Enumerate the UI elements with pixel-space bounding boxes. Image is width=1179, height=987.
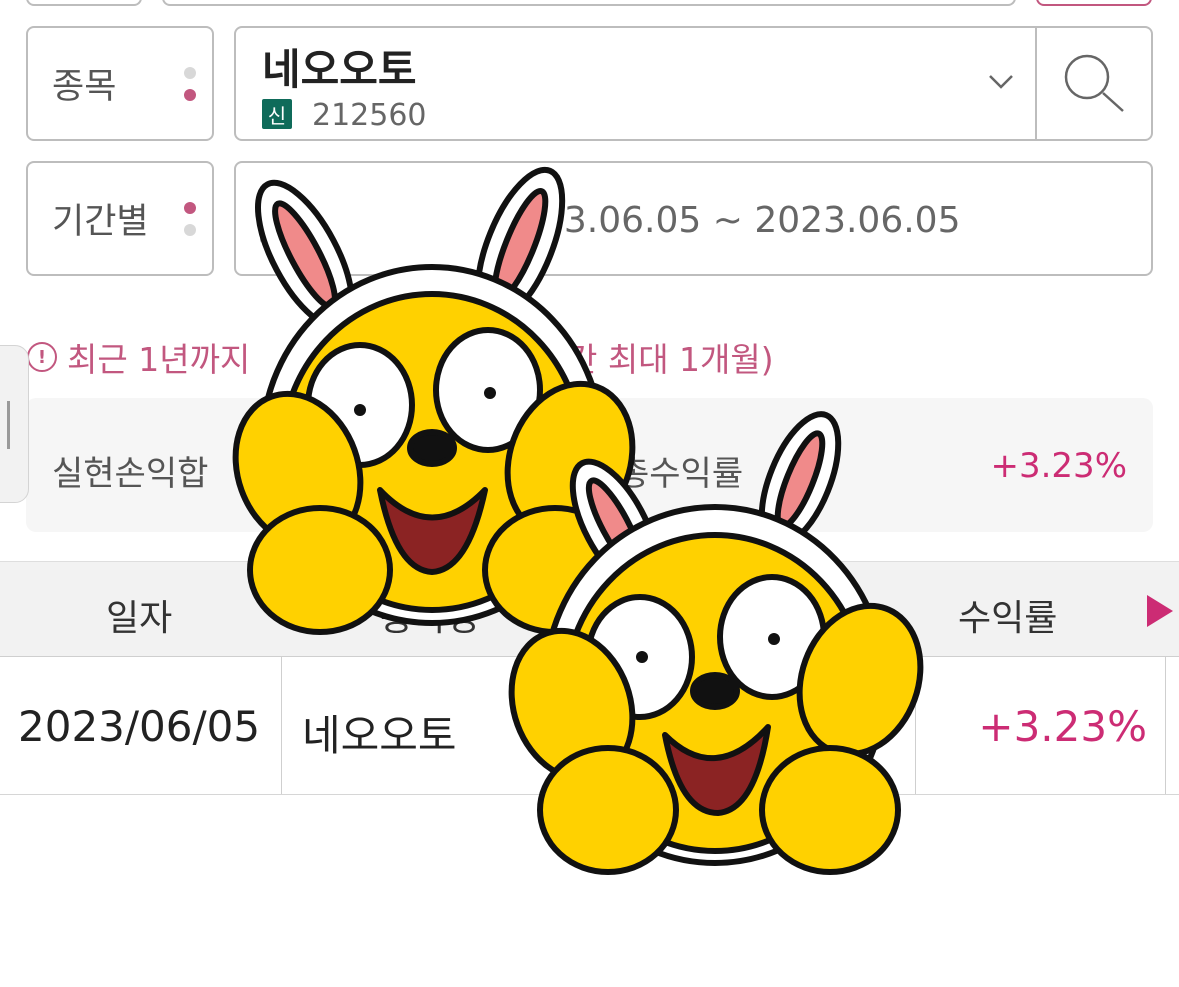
stock-toggle-dots[interactable] bbox=[184, 66, 196, 101]
stock-code: 212560 bbox=[312, 98, 427, 133]
cell-date: 2023/06/05 bbox=[18, 702, 261, 751]
stock-label-box[interactable]: 종목 bbox=[26, 26, 214, 141]
search-icon bbox=[1064, 54, 1124, 112]
stock-label: 종목 bbox=[52, 67, 117, 107]
top-field-right[interactable] bbox=[1036, 0, 1152, 6]
info-circle-icon: ! bbox=[27, 342, 57, 372]
cell-stock-name: 네오오토 bbox=[302, 711, 457, 760]
period-label-box[interactable]: 기간별 bbox=[26, 161, 214, 276]
stock-selector[interactable]: 네오오토 신 212560 bbox=[234, 26, 1153, 141]
header-date[interactable]: 일자 bbox=[106, 589, 172, 641]
stock-badge: 신 bbox=[262, 99, 292, 129]
stock-name: 네오오토 bbox=[262, 45, 417, 94]
bunny-sticker-right bbox=[508, 411, 924, 875]
top-field-main[interactable] bbox=[162, 0, 1016, 6]
period-toggle-dots[interactable] bbox=[184, 201, 196, 236]
cell-return: +3.23% bbox=[978, 702, 1147, 751]
caret-right-icon[interactable] bbox=[1147, 595, 1173, 627]
total-return-value: +3.23% bbox=[990, 446, 1128, 486]
chevron-down-icon[interactable] bbox=[988, 68, 1014, 94]
top-field-left[interactable] bbox=[26, 0, 142, 6]
header-return[interactable]: 수익률 bbox=[958, 589, 1057, 641]
search-button[interactable] bbox=[1035, 28, 1151, 139]
realized-pnl-label: 실현손익합 bbox=[52, 454, 209, 494]
notice: ! 최근 1년까지 간 최대 1개월) bbox=[27, 333, 774, 381]
period-label: 기간별 bbox=[52, 202, 149, 242]
side-drawer-handle[interactable] bbox=[0, 345, 29, 503]
